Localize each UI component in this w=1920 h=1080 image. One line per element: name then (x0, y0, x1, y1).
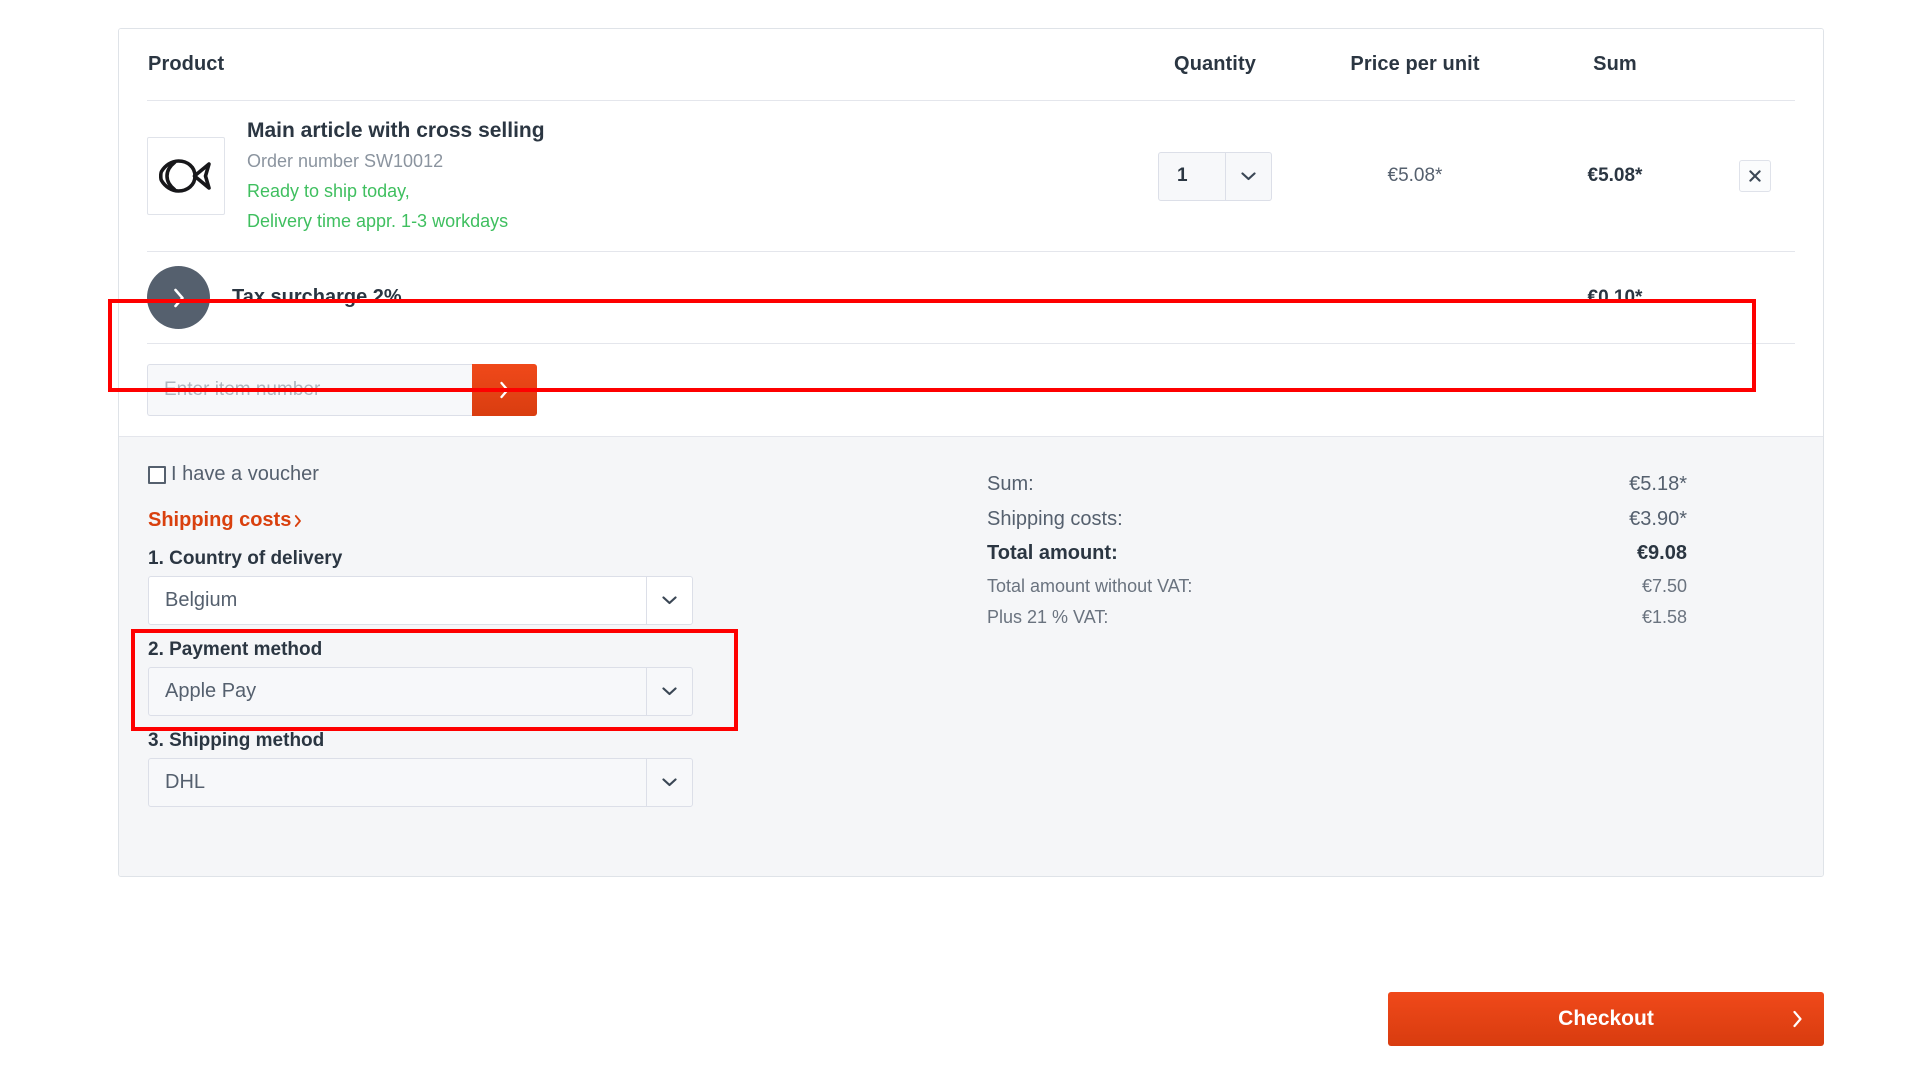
product-info: Main article with cross selling Order nu… (247, 117, 545, 235)
total-row-without-vat: Total amount without VAT: €7.50 (987, 571, 1687, 602)
checkout-button-label: Checkout (1558, 1007, 1654, 1030)
total-row-vat: Plus 21 % VAT: €1.58 (987, 602, 1687, 633)
column-header-price-per-unit: Price per unit (1350, 53, 1480, 75)
table-header-row: Product Quantity Price per unit Sum (147, 29, 1795, 101)
total-label: Shipping costs: (987, 507, 1123, 530)
footer-right-column: Sum: €5.18* Shipping costs: €3.90* Total… (937, 463, 1795, 830)
remove-item-button[interactable] (1739, 160, 1771, 193)
add-item-row (147, 344, 1795, 436)
total-label: Sum: (987, 473, 1034, 496)
product-cell: Main article with cross selling Order nu… (147, 117, 1115, 235)
total-label: Total amount: (987, 542, 1118, 565)
quantity-select[interactable]: 1 (1158, 151, 1272, 201)
chevron-down-icon (1225, 152, 1271, 200)
quantity-value: 1 (1177, 165, 1188, 187)
product-stock-line-2: Delivery time appr. 1-3 workdays (247, 211, 509, 232)
chevron-down-icon (646, 668, 692, 716)
shipping-method-value: DHL (165, 771, 206, 794)
add-item-submit-button[interactable] (472, 364, 537, 417)
table-row: Main article with cross selling Order nu… (147, 101, 1795, 253)
column-header-quantity: Quantity (1174, 53, 1256, 75)
shipping-costs-link[interactable]: Shipping costs (148, 509, 302, 532)
product-title[interactable]: Main article with cross selling (247, 117, 545, 145)
chevron-right-icon (173, 288, 184, 308)
remove-cell (1715, 160, 1795, 193)
country-of-delivery-select[interactable]: Belgium (148, 576, 693, 626)
total-row-shipping: Shipping costs: €3.90* (987, 502, 1687, 536)
close-icon (1749, 170, 1761, 182)
basket-card: Product Quantity Price per unit Sum Main… (118, 28, 1824, 878)
country-of-delivery-label: 1. Country of delivery (148, 548, 343, 570)
tax-surcharge-row: Tax surcharge 2% €0.10* (147, 252, 1795, 345)
item-number-input[interactable] (147, 364, 472, 417)
fish-icon (159, 159, 211, 193)
total-row-sum: Sum: €5.18* (987, 467, 1687, 501)
chevron-right-icon (500, 382, 509, 399)
column-header-sum: Sum (1593, 53, 1637, 75)
total-value: €7.50 (1641, 575, 1687, 596)
total-value: €1.58 (1641, 606, 1687, 627)
shipping-method-select[interactable]: DHL (148, 758, 693, 808)
payment-method-select[interactable]: Apple Pay (148, 667, 693, 717)
chevron-right-icon (1791, 1009, 1804, 1029)
total-value: €9.08 (1636, 542, 1687, 565)
total-label: Total amount without VAT: (987, 575, 1193, 596)
total-label: Plus 21 % VAT: (987, 606, 1109, 627)
product-order-number: Order number SW10012 (247, 151, 444, 172)
surcharge-expand-button[interactable] (147, 266, 210, 330)
payment-method-value: Apple Pay (165, 680, 257, 703)
quantity-cell: 1 (1115, 151, 1315, 201)
basket-table: Product Quantity Price per unit Sum Main… (119, 29, 1823, 437)
row-sum-cell: €5.08* (1587, 165, 1643, 187)
total-row-total-amount: Total amount: €9.08 (987, 536, 1687, 570)
voucher-checkbox[interactable] (148, 465, 166, 484)
checkout-button[interactable]: Checkout (1388, 992, 1824, 1046)
price-per-unit-cell: €5.08* (1387, 165, 1443, 187)
shipping-costs-link-label: Shipping costs (148, 509, 292, 532)
product-thumbnail[interactable] (147, 137, 225, 216)
total-value: €5.18* (1629, 473, 1687, 496)
column-header-product: Product (148, 53, 225, 75)
add-item-group (147, 364, 537, 417)
totals-list: Sum: €5.18* Shipping costs: €3.90* Total… (987, 467, 1687, 632)
shopping-cart-page: Product Quantity Price per unit Sum Main… (0, 0, 1920, 1080)
payment-method-label: 2. Payment method (148, 639, 323, 661)
surcharge-cell: Tax surcharge 2% (147, 266, 1115, 330)
voucher-label: I have a voucher (171, 463, 319, 486)
voucher-row[interactable]: I have a voucher (148, 463, 937, 486)
product-stock-line-1: Ready to ship today, (247, 181, 410, 202)
footer-left-column: I have a voucher Shipping costs 1. Count… (147, 463, 937, 830)
chevron-right-icon (295, 514, 302, 527)
chevron-down-icon (646, 577, 692, 625)
surcharge-title: Tax surcharge 2% (232, 286, 402, 309)
shipping-method-label: 3. Shipping method (148, 730, 325, 752)
basket-footer: I have a voucher Shipping costs 1. Count… (119, 436, 1823, 877)
chevron-down-icon (646, 759, 692, 807)
country-of-delivery-value: Belgium (165, 589, 238, 612)
surcharge-sum: €0.10* (1587, 286, 1643, 308)
total-value: €3.90* (1629, 507, 1687, 530)
